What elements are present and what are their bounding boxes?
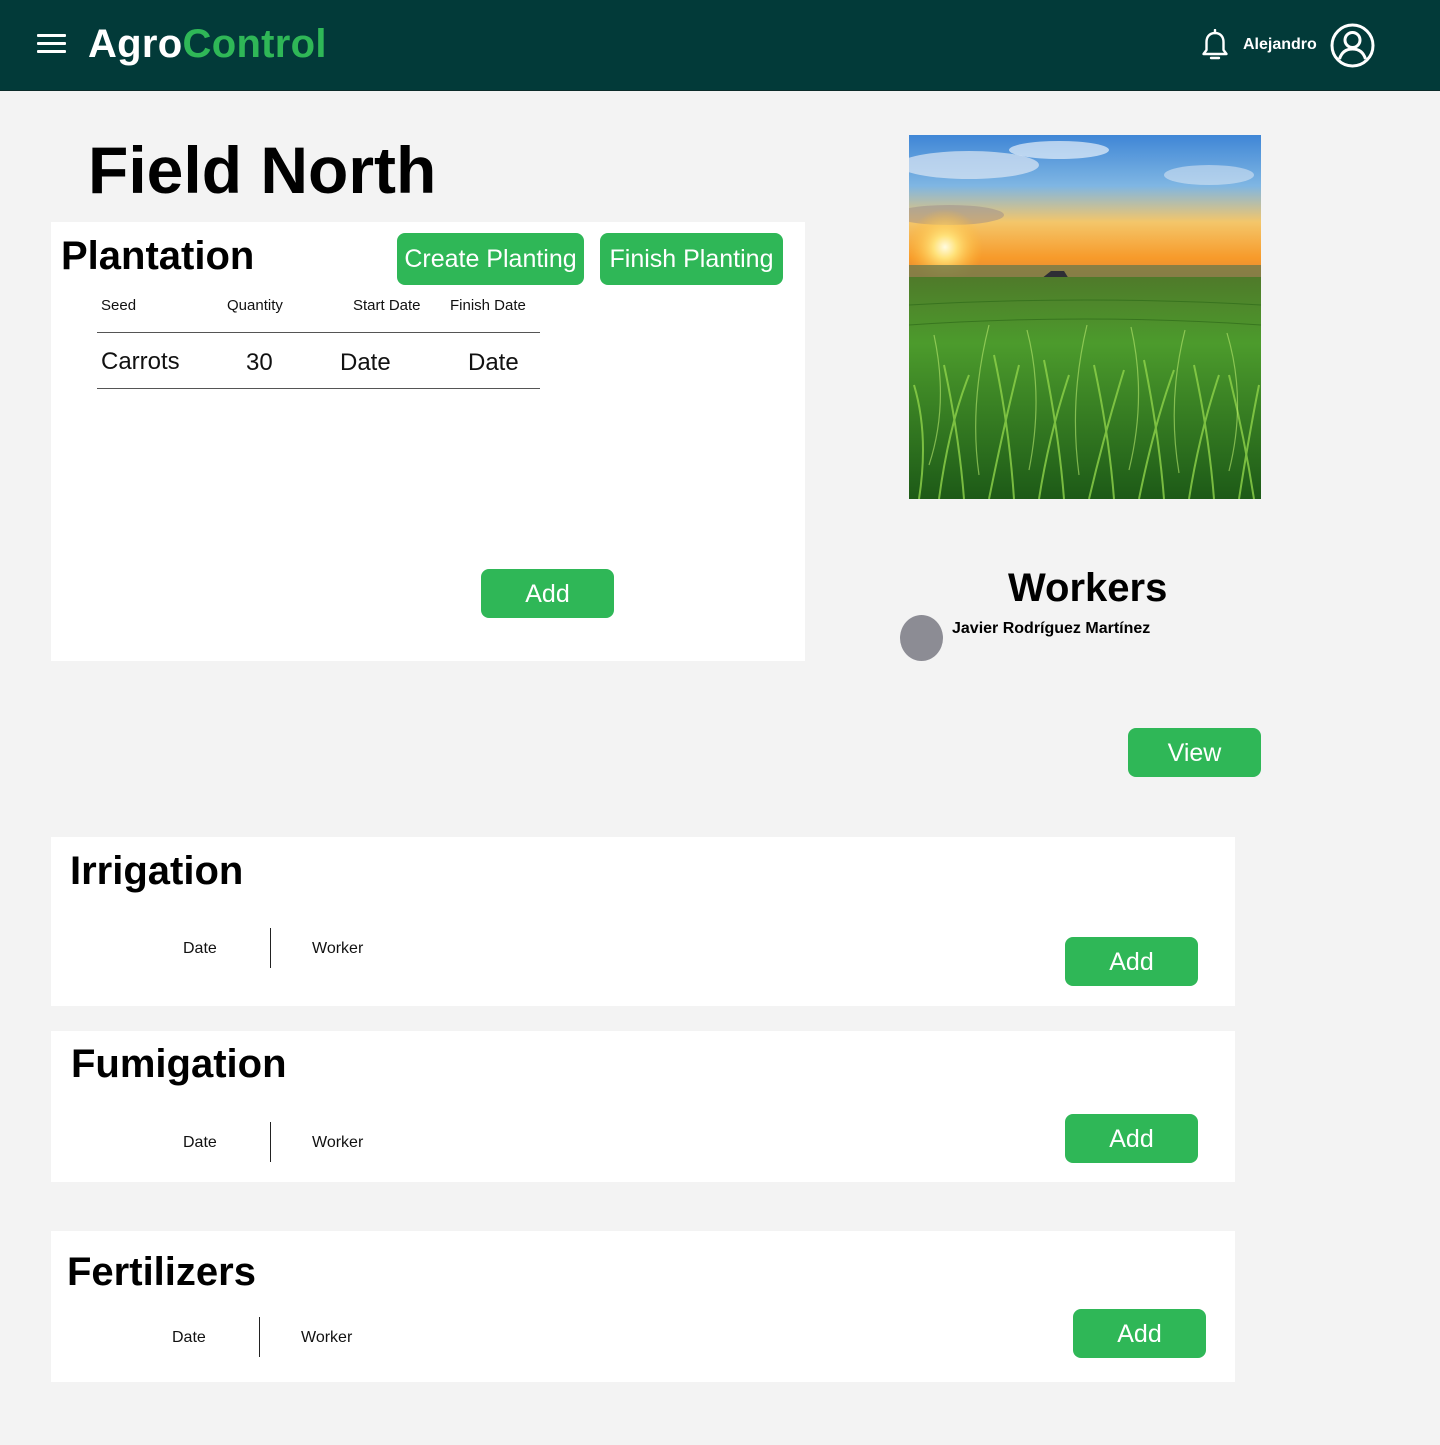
- cell-start-date: Date: [340, 349, 391, 376]
- brand-logo[interactable]: AgroControl: [88, 20, 327, 68]
- column-divider: [270, 1122, 271, 1162]
- irrigation-title: Irrigation: [70, 849, 244, 893]
- column-divider: [259, 1317, 260, 1357]
- column-divider: [270, 928, 271, 968]
- view-workers-button[interactable]: View: [1128, 728, 1261, 777]
- column-header-seed: Seed: [101, 297, 137, 314]
- add-fumigation-button[interactable]: Add: [1065, 1114, 1198, 1163]
- fertilizers-card: Fertilizers Date Worker Add: [51, 1231, 1235, 1382]
- irrigation-card: Irrigation Date Worker Add: [51, 837, 1235, 1006]
- field-photo: [909, 135, 1261, 499]
- add-irrigation-button[interactable]: Add: [1065, 937, 1198, 986]
- create-planting-button[interactable]: Create Planting: [397, 233, 584, 285]
- hamburger-menu-icon[interactable]: [37, 34, 66, 54]
- column-header-quantity: Quantity: [227, 297, 283, 314]
- column-header-finish-date: Finish Date: [450, 297, 526, 314]
- fertilizers-title: Fertilizers: [67, 1250, 256, 1294]
- user-circle-icon[interactable]: [1330, 23, 1375, 68]
- workers-title: Workers: [1008, 566, 1168, 610]
- fumigation-card: Fumigation Date Worker Add: [51, 1031, 1235, 1182]
- fumigation-column-date: Date: [183, 1134, 217, 1151]
- fertilizers-column-date: Date: [172, 1329, 206, 1346]
- fumigation-title: Fumigation: [71, 1042, 287, 1086]
- irrigation-column-date: Date: [183, 940, 217, 957]
- add-fertilizer-button[interactable]: Add: [1073, 1309, 1206, 1358]
- add-planting-button[interactable]: Add: [481, 569, 614, 618]
- worker-name: Javier Rodríguez Martínez: [952, 620, 1151, 637]
- plantation-card: Plantation Create Planting Finish Planti…: [51, 222, 805, 661]
- brand-name-part1: Agro: [88, 22, 183, 66]
- cell-seed: Carrots: [101, 348, 180, 375]
- cell-quantity: 30: [246, 349, 273, 376]
- bell-icon[interactable]: [1200, 29, 1230, 63]
- plantation-title: Plantation: [61, 234, 255, 278]
- cell-finish-date: Date: [468, 349, 519, 376]
- fertilizers-column-worker: Worker: [301, 1329, 353, 1346]
- brand-name-part2: Control: [182, 22, 327, 66]
- avatar[interactable]: [900, 615, 943, 661]
- irrigation-column-worker: Worker: [312, 940, 364, 957]
- table-row-divider: [97, 388, 540, 389]
- top-bar: AgroControl Alejandro: [0, 0, 1440, 91]
- table-header-divider: [97, 332, 540, 333]
- finish-planting-button[interactable]: Finish Planting: [600, 233, 783, 285]
- username-label[interactable]: Alejandro: [1243, 35, 1317, 55]
- fumigation-column-worker: Worker: [312, 1134, 364, 1151]
- page-title: Field North: [88, 133, 437, 207]
- column-header-start-date: Start Date: [353, 297, 421, 314]
